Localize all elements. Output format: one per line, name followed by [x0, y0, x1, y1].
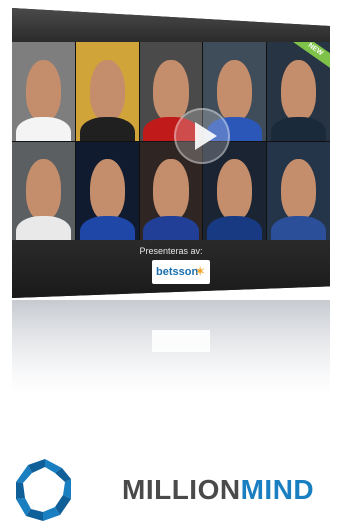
brand-logo: MILLIONMIND: [10, 455, 339, 527]
player-tile: [12, 42, 75, 141]
panel-reflection: [12, 300, 330, 410]
player-grid: NEW: [12, 42, 330, 240]
screenshot: NEW Presenteras av: betsson ✶ MILLIONMIN…: [0, 0, 339, 531]
panel-top-bar: [12, 8, 330, 42]
sponsor-name: betsson: [156, 266, 199, 278]
brand-name-part2: MIND: [240, 474, 315, 505]
play-icon[interactable]: [174, 108, 230, 164]
video-panel[interactable]: NEW Presenteras av: betsson ✶: [12, 8, 330, 298]
millionmind-mark-icon: [16, 459, 71, 521]
reflection-fade: [12, 300, 330, 410]
brand-name: MILLIONMIND: [122, 474, 314, 506]
betsson-star-icon: ✶: [194, 263, 206, 279]
presented-by-label: Presenteras av:: [139, 246, 203, 256]
player-tile: [12, 141, 75, 240]
player-tile: [75, 42, 139, 141]
player-tile: [75, 141, 139, 240]
player-tile: [267, 141, 330, 240]
sponsor-bar: Presenteras av: betsson ✶: [12, 240, 330, 298]
player-tile: NEW: [267, 42, 330, 141]
brand-name-part1: MILLION: [122, 474, 241, 505]
sponsor-logo[interactable]: betsson ✶: [152, 260, 210, 284]
